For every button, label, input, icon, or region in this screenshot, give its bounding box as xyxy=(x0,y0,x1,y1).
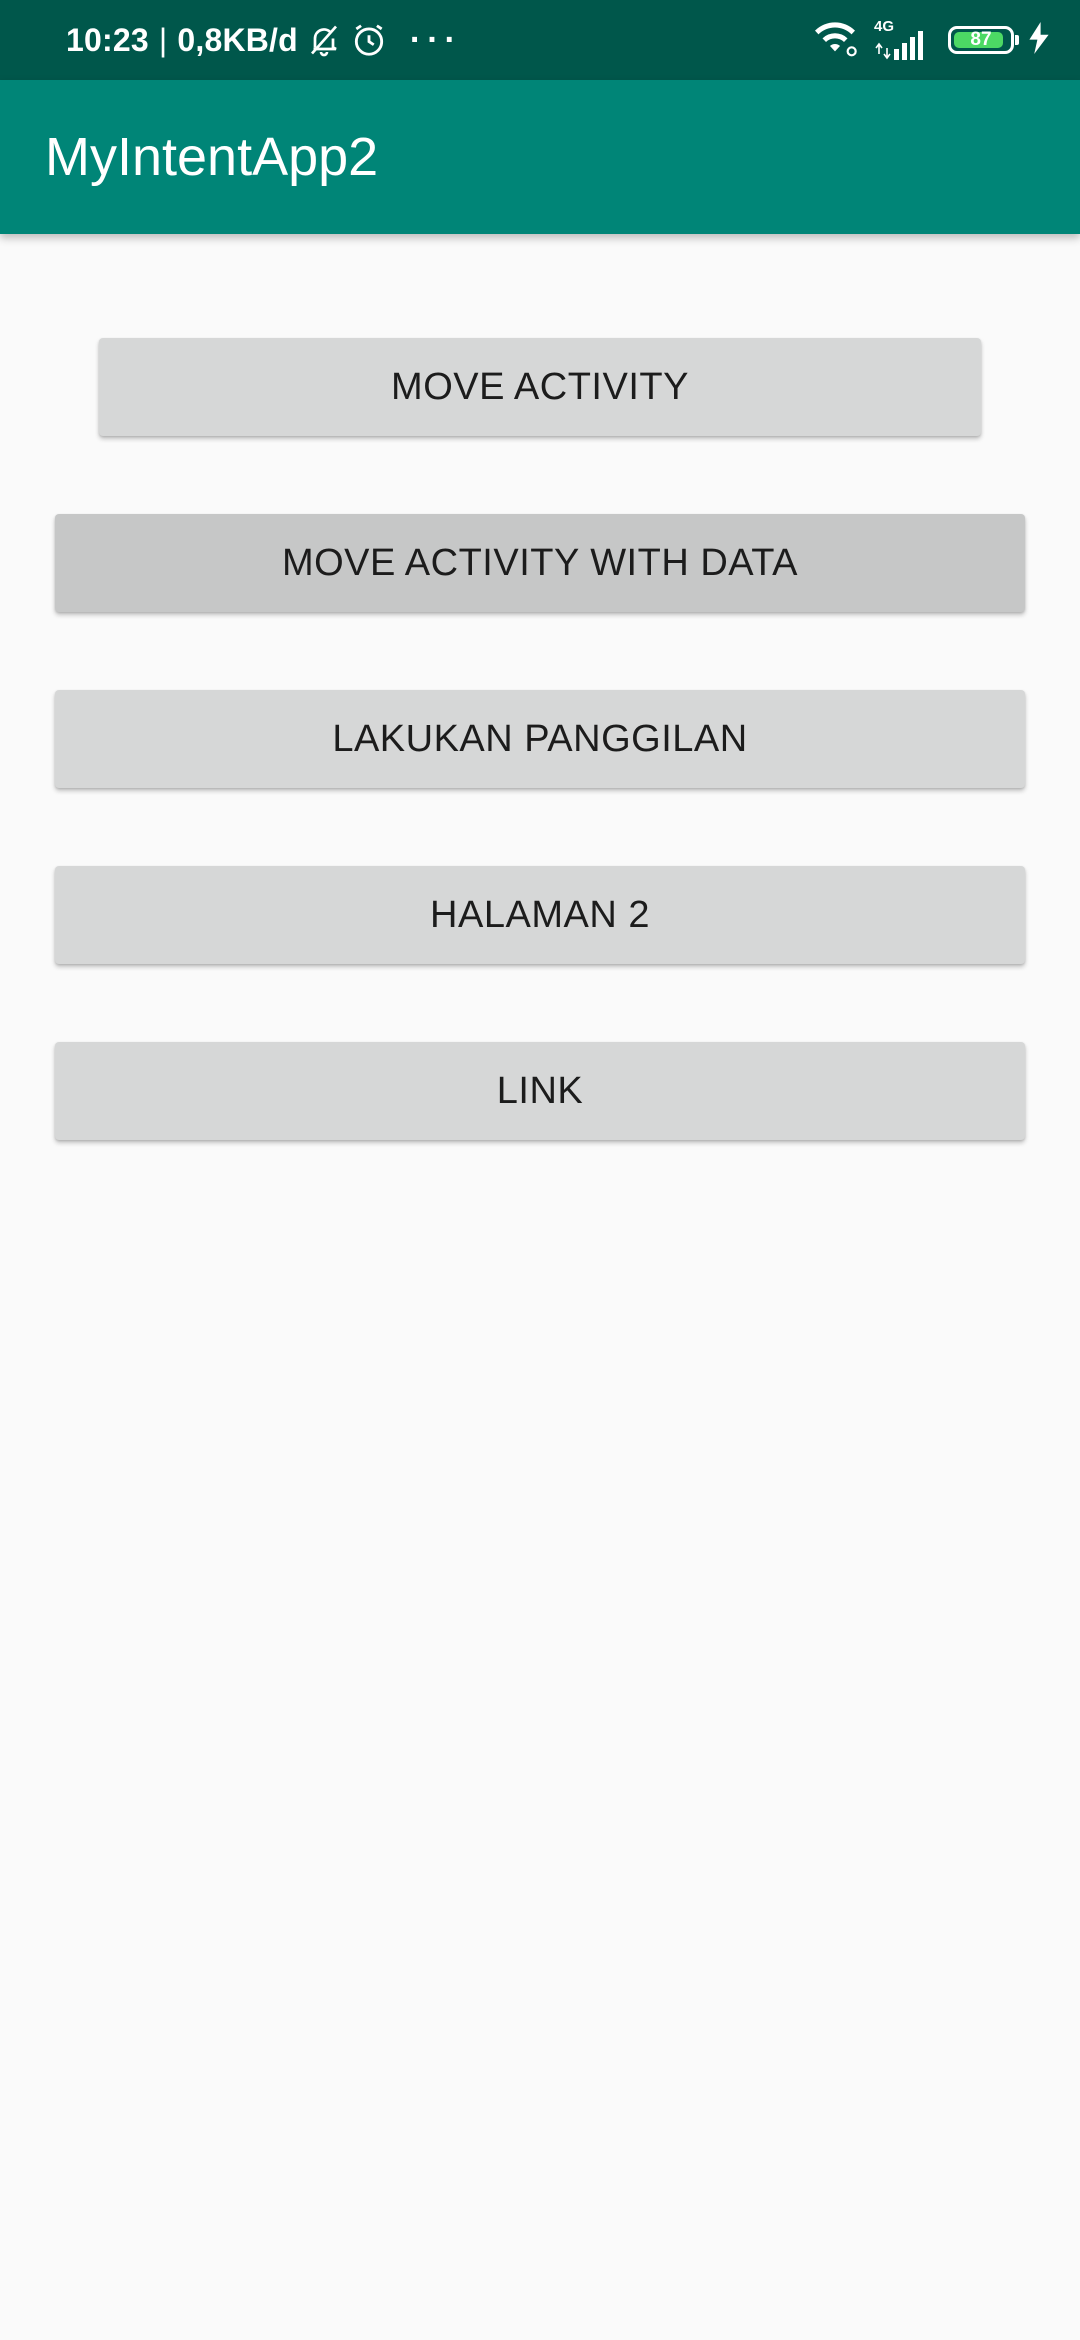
status-net-speed: 0,8KB/d xyxy=(177,21,298,58)
battery-percent: 87 xyxy=(970,29,992,50)
status-left: 10:23 | 0,8KB/d ··· xyxy=(66,0,462,80)
move-activity-with-data-button[interactable]: MOVE ACTIVITY WITH DATA xyxy=(55,514,1025,612)
more-dots-icon: ··· xyxy=(409,20,462,59)
battery-icon: 87 xyxy=(948,26,1019,54)
alarm-icon xyxy=(350,21,388,59)
status-right: 4G 87 xyxy=(796,0,1050,80)
signal-icon: 4G xyxy=(874,18,934,62)
charging-icon xyxy=(1028,21,1050,59)
wifi-icon xyxy=(810,18,860,63)
app-title: MyIntentApp2 xyxy=(45,127,379,187)
status-time: 10:23 xyxy=(66,21,149,58)
lakukan-panggilan-button[interactable]: LAKUKAN PANGGILAN xyxy=(55,690,1025,788)
bell-muted-icon xyxy=(306,22,342,58)
status-bar: 10:23 | 0,8KB/d ··· 4G 87 xyxy=(0,0,1080,80)
app-bar: MyIntentApp2 xyxy=(0,80,1080,234)
move-activity-button[interactable]: MOVE ACTIVITY xyxy=(99,338,981,436)
status-separator: | xyxy=(158,21,168,58)
halaman-2-button[interactable]: HALAMAN 2 xyxy=(55,866,1025,964)
link-button[interactable]: LINK xyxy=(55,1042,1025,1140)
